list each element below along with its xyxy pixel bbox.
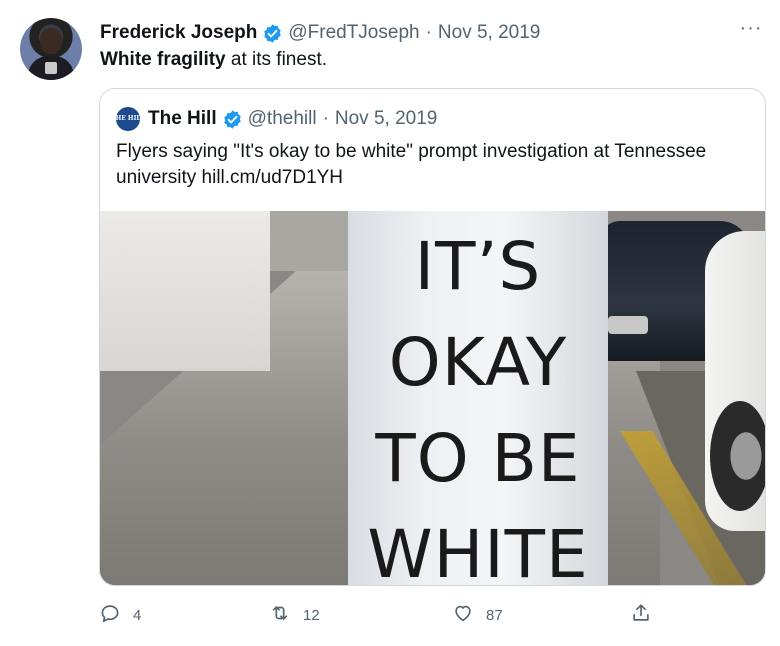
photo-wall: [100, 211, 270, 371]
quoted-author-handle[interactable]: @thehill: [248, 108, 317, 130]
tweet-text-bold: White fragility: [100, 49, 226, 70]
like-count: 87: [486, 606, 503, 624]
verified-badge-icon: [222, 109, 243, 130]
author-name[interactable]: Frederick Joseph: [100, 22, 257, 44]
flyer-line-3: TO BE: [375, 420, 581, 497]
author-handle[interactable]: @FredTJoseph: [288, 22, 419, 44]
tweet-text: White fragility at its finest.: [100, 48, 327, 72]
verified-badge-icon: [262, 23, 283, 44]
avatar-face: [40, 28, 62, 54]
tweet-date[interactable]: Nov 5, 2019: [438, 22, 540, 44]
photo-car-wheel: [710, 401, 765, 511]
more-options-icon[interactable]: ···: [738, 18, 764, 42]
retweet-button[interactable]: 12: [269, 600, 320, 630]
avatar-shirt: [28, 56, 74, 80]
quoted-author-name[interactable]: The Hill: [148, 108, 217, 130]
separator-dot: ·: [322, 108, 329, 129]
retweet-count: 12: [303, 606, 320, 624]
the-hill-logo-icon: THE HILL: [111, 107, 145, 131]
reply-button[interactable]: 4: [99, 600, 141, 630]
reply-count: 4: [133, 606, 142, 624]
avatar[interactable]: [20, 18, 82, 80]
share-button[interactable]: [630, 600, 652, 630]
heart-icon: [452, 602, 474, 628]
quoted-tweet-date[interactable]: Nov 5, 2019: [335, 108, 437, 130]
tweet-header: Frederick Joseph @FredTJoseph · Nov 5, 2…: [100, 20, 540, 46]
separator-dot: ·: [425, 22, 432, 43]
share-icon: [630, 602, 652, 628]
reply-icon: [99, 602, 121, 628]
quoted-tweet[interactable]: THE HILL The Hill @thehill · Nov 5, 2019…: [99, 88, 766, 586]
flyer-text: IT’S OKAY TO BE WHITE: [348, 219, 608, 586]
flyer-line-2: OKAY: [388, 324, 568, 401]
photo-wall-shadow: [270, 211, 350, 271]
retweet-icon: [269, 602, 291, 628]
like-button[interactable]: 87: [452, 600, 503, 630]
quoted-tweet-header: THE HILL The Hill @thehill · Nov 5, 2019: [111, 107, 437, 131]
flyer-line-1: IT’S: [414, 228, 542, 305]
quoted-tweet-image[interactable]: IT’S OKAY TO BE WHITE: [100, 211, 765, 586]
tweet[interactable]: Frederick Joseph @FredTJoseph · Nov 5, 2…: [0, 0, 780, 646]
quoted-tweet-text: Flyers saying "It's okay to be white" pr…: [116, 141, 707, 188]
flyer-line-4: WHITE: [367, 516, 589, 586]
tweet-actions: 4 12 87: [99, 600, 679, 630]
tweet-text-rest: at its finest.: [225, 49, 327, 70]
